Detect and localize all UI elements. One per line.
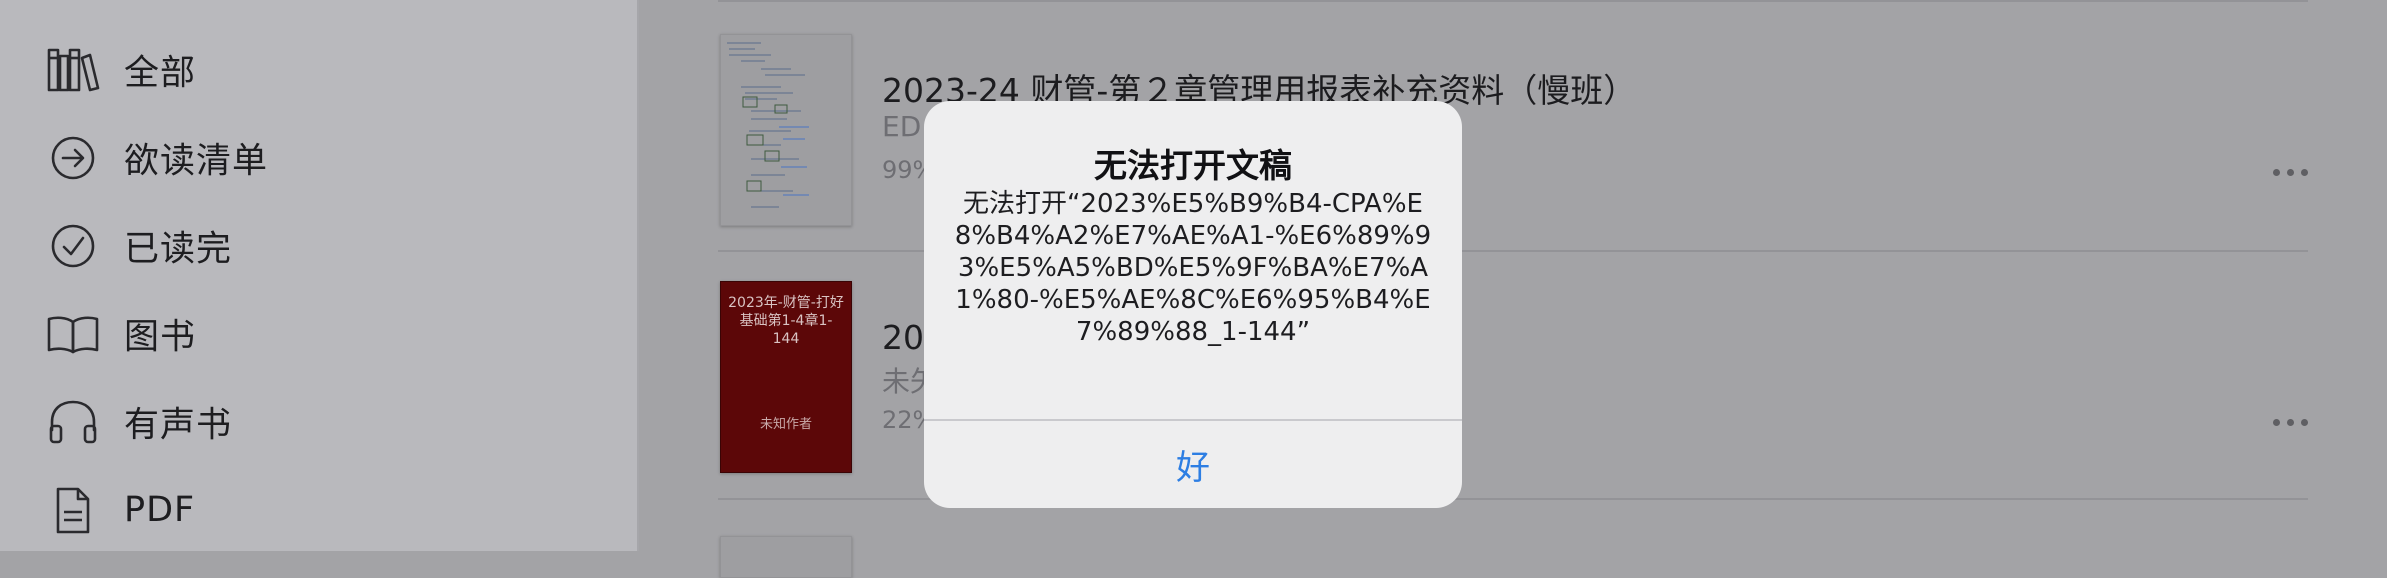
sidebar-item-books[interactable]: 图书 bbox=[46, 304, 606, 364]
book-cover[interactable]: 2023年-财管-打好基础第1-4章1-144 未知作者 bbox=[720, 281, 852, 473]
headphones-icon bbox=[46, 398, 100, 446]
book-title: 20 bbox=[882, 318, 924, 357]
sidebar-item-label: 已读完 bbox=[124, 229, 233, 270]
book-cover[interactable] bbox=[720, 34, 852, 226]
alert-title: 无法打开文稿 bbox=[1094, 146, 1292, 185]
sidebar-item-pdf[interactable]: PDF bbox=[46, 480, 606, 540]
cover-author: 未知作者 bbox=[759, 417, 812, 432]
alert-dialog: 无法打开文稿 无法打开“2023%E5%B9%B4-CPA%E8%B4%A2%E… bbox=[924, 101, 1462, 508]
more-options-icon[interactable] bbox=[2273, 166, 2309, 178]
library-icon bbox=[46, 46, 100, 94]
row-divider bbox=[718, 0, 2308, 2]
sidebar-item-want-to-read[interactable]: 欲读清单 bbox=[46, 128, 606, 188]
cover-title: 2023年-财管-打好基础第1-4章1-144 bbox=[728, 295, 844, 347]
book-cover[interactable] bbox=[720, 536, 852, 578]
books-app: 全部 欲读清单 已读完 图书 有声书 PDF 2023-24 财管-第２章管理用… bbox=[0, 0, 2387, 578]
book-author: ED bbox=[882, 110, 922, 143]
sidebar-item-label: 全部 bbox=[124, 53, 197, 94]
ok-button[interactable]: 好 bbox=[924, 421, 1462, 508]
checkmark-circle-icon bbox=[46, 222, 100, 270]
book-icon bbox=[46, 310, 100, 358]
document-icon bbox=[46, 486, 100, 534]
sidebar-item-label: 有声书 bbox=[124, 405, 233, 446]
sidebar-item-all[interactable]: 全部 bbox=[46, 40, 606, 100]
document-thumbnail bbox=[727, 42, 809, 208]
sidebar-item-audiobooks[interactable]: 有声书 bbox=[46, 392, 606, 452]
sidebar: 全部 欲读清单 已读完 图书 有声书 PDF bbox=[0, 0, 639, 551]
sidebar-item-label: 欲读清单 bbox=[124, 141, 269, 182]
alert-message: 无法打开“2023%E5%B9%B4-CPA%E8%B4%A2%E7%AE%A1… bbox=[954, 189, 1432, 347]
more-options-icon[interactable] bbox=[2273, 416, 2309, 428]
sidebar-item-finished[interactable]: 已读完 bbox=[46, 216, 606, 276]
arrow-circle-icon bbox=[46, 134, 100, 182]
sidebar-item-label: PDF bbox=[124, 490, 196, 530]
sidebar-item-label: 图书 bbox=[124, 317, 197, 358]
